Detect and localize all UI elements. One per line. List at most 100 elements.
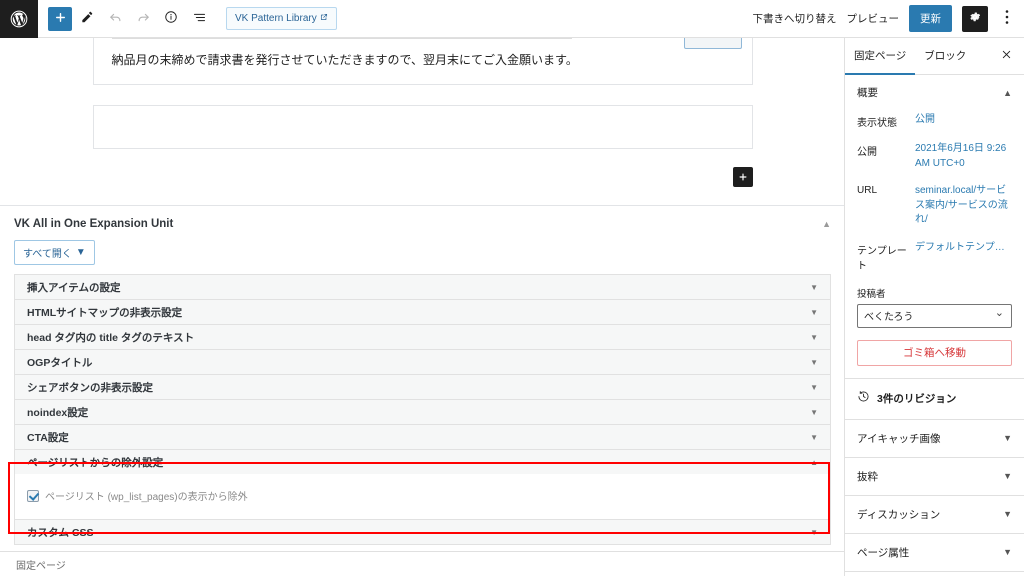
accordion-header-share-buttons[interactable]: シェアボタンの非表示設定 ▼ — [15, 375, 830, 400]
url-label: URL — [857, 185, 878, 196]
summary-panel: 概要 ▲ 表示状態 公開 公開 2021年6月16日 9:26 AM UTC+0… — [845, 75, 1024, 379]
chevron-up-icon: ▲ — [810, 457, 818, 467]
accordion-label: CTA設定 — [27, 431, 69, 444]
chevron-down-icon: ▼ — [810, 307, 818, 317]
list-view-button[interactable] — [186, 6, 212, 32]
excerpt-label: 抜粋 — [857, 470, 878, 483]
panel-discussion[interactable]: ディスカッション ▼ — [845, 496, 1024, 534]
accordion-header-custom-css[interactable]: カスタム CSS ▼ — [15, 520, 830, 545]
toolbar-left-group: VK Pattern Library — [38, 6, 337, 32]
clipped-button-block[interactable] — [683, 38, 742, 49]
exclude-from-page-list-row[interactable]: ページリスト (wp_list_pages)の表示から除外 — [27, 488, 818, 503]
chevron-up-icon: ▲ — [1003, 87, 1012, 98]
chevron-down-icon: ▼ — [810, 382, 818, 392]
template-value[interactable]: デフォルトテンプ… — [915, 241, 1005, 256]
toolbar-right-group: 下書きへ切り替え プレビュー 更新 — [753, 5, 1024, 32]
publish-date-row: 公開 2021年6月16日 9:26 AM UTC+0 — [857, 142, 1012, 171]
chevron-down-icon: ▼ — [1003, 471, 1012, 481]
pencil-icon — [80, 10, 94, 27]
tab-block[interactable]: ブロック — [915, 38, 975, 75]
move-to-trash-button[interactable]: ゴミ箱へ移動 — [857, 339, 1012, 366]
vk-pattern-library-button[interactable]: VK Pattern Library — [226, 7, 337, 30]
redo-arrow-icon — [136, 10, 151, 28]
block-appender-button[interactable] — [732, 167, 753, 188]
settings-sidebar-toggle-button[interactable] — [962, 5, 988, 32]
update-button[interactable]: 更新 — [909, 5, 952, 32]
accordion-item: CTA設定 ▼ — [15, 425, 830, 451]
chevron-down-icon: ▼ — [810, 527, 818, 537]
accordion-header-title-tag[interactable]: head タグ内の title タグのテキスト ▼ — [15, 325, 830, 350]
accordion-label: カスタム CSS — [27, 526, 94, 539]
panel-page-attributes[interactable]: ページ属性 ▼ — [845, 534, 1024, 572]
wordpress-logo-button[interactable] — [0, 0, 38, 38]
url-value[interactable]: seminar.local/サービス案内/サービスの流れ/ — [915, 184, 1012, 228]
editor-status-bar: 固定ページ — [0, 551, 845, 576]
revisions-link[interactable]: 3件のリビジョン — [845, 379, 1024, 420]
chevron-down-icon: ▼ — [810, 357, 818, 367]
accordion-header-insert-items[interactable]: 挿入アイテムの設定 ▼ — [15, 275, 830, 300]
paragraph-block[interactable]: 納品月の末締めで請求書を発行させていただきますので、翌月末にてご入金願います。 — [112, 39, 734, 70]
accordion-label: HTMLサイトマップの非表示設定 — [27, 306, 183, 319]
accordion-header-ogp-title[interactable]: OGPタイトル ▼ — [15, 350, 830, 375]
edit-tool-button[interactable] — [74, 6, 100, 32]
empty-block[interactable] — [92, 105, 753, 150]
accordion-item: HTMLサイトマップの非表示設定 ▼ — [15, 300, 830, 326]
partially-scrolled-block[interactable]: 納品月の末締めで請求書を発行させていただきますので、翌月末にてご入金願います。 — [92, 38, 753, 86]
accordion-label: noindex設定 — [27, 406, 89, 419]
publish-date-label: 公開 — [857, 147, 877, 158]
plus-icon — [54, 11, 67, 27]
post-content-wrapper: 納品月の末締めで請求書を発行させていただきますので、翌月末にてご入金願います。 — [92, 38, 753, 188]
discussion-label: ディスカッション — [857, 508, 941, 521]
exclude-from-page-list-label: ページリスト (wp_list_pages)の表示から除外 — [45, 492, 248, 504]
publish-date-value[interactable]: 2021年6月16日 9:26 AM UTC+0 — [915, 142, 1012, 171]
exclude-from-page-list-checkbox[interactable] — [27, 489, 39, 502]
gear-icon — [968, 10, 982, 27]
chevron-down-icon: ▼ — [1003, 433, 1012, 443]
add-block-button[interactable] — [48, 6, 72, 31]
accordion-label: 挿入アイテムの設定 — [27, 281, 121, 294]
accordion-header-page-list-exclusion[interactable]: ページリストからの除外設定 ▲ — [15, 450, 830, 475]
chevron-down-icon: ▼ — [810, 432, 818, 442]
preview-button[interactable]: プレビュー — [847, 11, 900, 26]
panel-lightning-design: Lightning デザイン設定 ▲ レイアウト設定 2カラム — [845, 572, 1024, 576]
document-info-button[interactable] — [158, 6, 184, 32]
vk-pattern-library-label: VK Pattern Library — [235, 13, 317, 24]
plus-icon — [738, 170, 748, 184]
more-options-button[interactable] — [998, 6, 1016, 32]
breadcrumb: 固定ページ — [16, 560, 66, 572]
undo-button[interactable] — [102, 6, 128, 32]
accordion-header-noindex[interactable]: noindex設定 ▼ — [15, 400, 830, 425]
ellipsis-vertical-icon — [1005, 9, 1009, 28]
visibility-value[interactable]: 公開 — [915, 113, 935, 128]
close-sidebar-button[interactable] — [1001, 49, 1024, 63]
accordion-item: カスタム CSS ▼ — [15, 520, 830, 546]
accordion-label: OGPタイトル — [27, 356, 93, 369]
accordion-label: head タグ内の title タグのテキスト — [27, 331, 195, 344]
accordion-header-cta[interactable]: CTA設定 ▼ — [15, 425, 830, 450]
vk-exunit-metabox: VK All in One Expansion Unit ▲ すべて開く ▼ 挿… — [0, 206, 845, 551]
tab-page[interactable]: 固定ページ — [845, 38, 916, 75]
accordion-label: シェアボタンの非表示設定 — [27, 381, 153, 394]
accordion-label: ページリストからの除外設定 — [27, 456, 164, 469]
metabox-title: VK All in One Expansion Unit — [14, 218, 174, 231]
chevron-up-icon[interactable]: ▲ — [822, 219, 831, 229]
close-icon — [1001, 49, 1012, 63]
clock-revision-icon — [857, 390, 870, 408]
external-link-icon — [320, 13, 328, 24]
open-all-button[interactable]: すべて開く ▼ — [14, 240, 95, 266]
author-select[interactable]: べくたろう — [857, 303, 1012, 328]
block-appender-row — [93, 167, 753, 188]
chevron-down-icon: ▼ — [810, 332, 818, 342]
panel-featured-image[interactable]: アイキャッチ画像 ▼ — [845, 420, 1024, 458]
author-label: 投稿者 — [857, 288, 886, 300]
summary-panel-header[interactable]: 概要 ▲ — [857, 85, 1012, 100]
accordion-item: noindex設定 ▼ — [15, 400, 830, 426]
visibility-row: 表示状態 公開 — [857, 113, 1012, 129]
metabox-header[interactable]: VK All in One Expansion Unit ▲ — [14, 206, 831, 240]
redo-button[interactable] — [130, 6, 156, 32]
url-row: URL seminar.local/サービス案内/サービスの流れ/ — [857, 184, 1012, 228]
panel-excerpt[interactable]: 抜粋 ▼ — [845, 458, 1024, 496]
accordion-header-html-sitemap[interactable]: HTMLサイトマップの非表示設定 ▼ — [15, 300, 830, 325]
undo-arrow-icon — [108, 10, 123, 28]
switch-to-draft-button[interactable]: 下書きへ切り替え — [753, 11, 837, 26]
